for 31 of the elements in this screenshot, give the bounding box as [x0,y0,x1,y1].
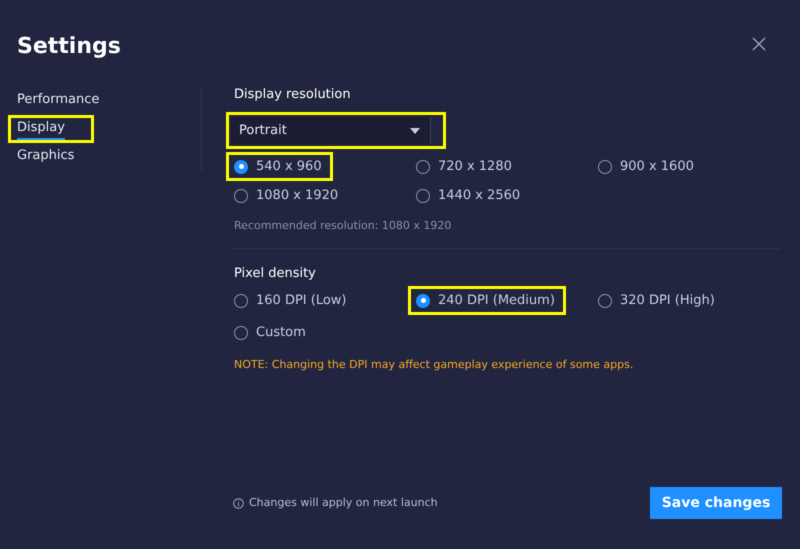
radio-label[interactable]: 1440 x 2560 [438,186,520,206]
radio-label[interactable]: 240 DPI (Medium) [438,290,555,310]
radio-label[interactable]: 160 DPI (Low) [256,290,347,310]
sidebar-item[interactable]: Graphics [17,146,74,168]
radio-button[interactable] [598,294,612,308]
radio-label[interactable]: Custom [256,322,306,342]
radio-label[interactable]: 900 x 1600 [620,156,694,176]
sidebar-item[interactable]: Display [17,118,65,140]
radio-label[interactable]: 540 x 960 [256,156,322,176]
radio-label[interactable]: 320 DPI (High) [620,290,715,310]
section-label: Pixel density [234,265,317,283]
sidebar-item[interactable]: Performance [17,90,100,112]
radio-label[interactable]: 720 x 1280 [438,156,512,176]
recommended-resolution-text: Recommended resolution: 1080 x 1920 [234,218,452,234]
radio-button[interactable] [598,160,612,174]
radio-button[interactable] [416,188,430,202]
radio-button[interactable] [234,188,248,202]
close-icon[interactable] [752,37,766,51]
radio-label[interactable]: 1080 x 1920 [256,186,338,206]
radio-button[interactable] [416,160,430,174]
radio-button[interactable] [234,294,248,308]
radio-button[interactable] [234,160,248,174]
resolution-dropdown[interactable]: Portrait [231,117,431,144]
window-title: Settings [17,33,121,61]
info-text: Changes will apply on next launch [249,494,438,511]
radio-button[interactable] [234,326,248,340]
radio-button[interactable] [416,294,430,308]
section-label: Display resolution [234,86,352,104]
dpi-note-text: NOTE: Changing the DPI may affect gameplay experience of some apps. [234,357,634,373]
dropdown-caret-icon [410,128,420,134]
info-icon [233,498,244,508]
